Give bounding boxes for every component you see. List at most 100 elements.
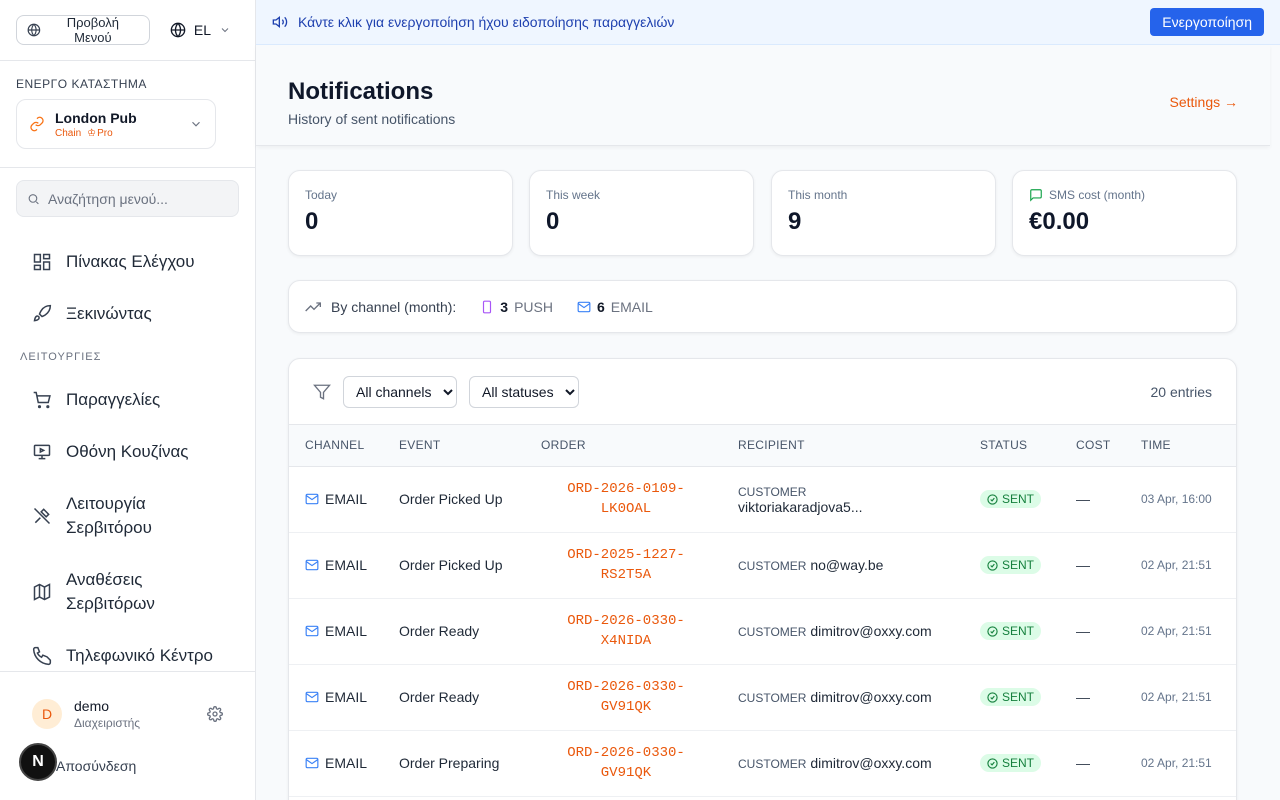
sidebar-item-getting-started[interactable]: Ξεκινώντας <box>0 288 255 340</box>
stat-value: €0.00 <box>1029 208 1090 235</box>
order-number-part: ORD-2026-0330- <box>567 679 685 695</box>
column-header: STATUS <box>964 425 1060 467</box>
time-cell: 02 Apr, 21:51 <box>1141 558 1212 572</box>
globe-icon <box>170 22 186 38</box>
banner-text: Κάντε κλικ για ενεργοποίηση ήχου ειδοποί… <box>298 14 675 30</box>
order-cell[interactable]: ORD-2025-1227- RS2T5A <box>541 545 711 585</box>
store-name: London Pub <box>55 109 137 126</box>
enable-sound-button[interactable]: Ενεργοποίηση <box>1150 8 1264 36</box>
sidebar-item-waiter-mode[interactable]: Λειτουργία Σερβιτόρου <box>0 478 255 554</box>
recipient-cell: CUSTOMER dimitrov@oxxy.com <box>722 598 964 664</box>
avatar: D <box>32 699 62 729</box>
table-row[interactable]: EMAIL Order Picked Up ORD-2026-0109- LK0O… <box>289 466 1236 532</box>
push-label: PUSH <box>514 298 553 315</box>
sidebar-item-label: Ξεκινώντας <box>66 304 152 323</box>
order-cell[interactable]: ORD-2026-0330- X4NIDA <box>541 611 711 651</box>
column-header: EVENT <box>383 425 525 467</box>
sound-notification-banner: Κάντε κλικ για ενεργοποίηση ήχου ειδοποί… <box>256 0 1280 45</box>
table-row[interactable]: EMAIL Order Picked Up ORD-2025-1227- RS2T… <box>289 532 1236 598</box>
mail-icon <box>305 625 319 637</box>
order-cell[interactable]: ORD-2026-0109- LK0OAL <box>541 479 711 519</box>
channel-summary: By channel (month): 3 PUSH 6 EMAIL <box>288 280 1237 333</box>
store-plan: Pro <box>97 127 113 139</box>
dashboard-icon <box>33 253 51 271</box>
recipient-type: CUSTOMER <box>738 757 807 771</box>
page-header: Notifications History of sent notificati… <box>256 45 1270 146</box>
order-number-part: X4NIDA <box>600 633 652 649</box>
table-row[interactable]: EMAIL Order Preparing ORD-2026-0330- GV91… <box>289 730 1236 796</box>
status-badge: SENT <box>980 490 1042 508</box>
trending-up-icon <box>305 301 321 311</box>
recipient-type: CUSTOMER <box>738 559 807 573</box>
sidebar-item-label: Τηλεφωνικό Κέντρο <box>66 646 213 665</box>
cart-icon <box>33 391 51 409</box>
store-switcher[interactable]: London Pub Chain ♔ Pro <box>16 99 216 149</box>
stat-label: Today <box>305 188 338 202</box>
order-number-part: ORD-2026-0109- <box>567 481 685 497</box>
event-cell: Order Picked Up <box>399 557 503 573</box>
status-label: SENT <box>1002 690 1035 704</box>
sidebar-item-label: Αναθέσεις <box>66 570 143 589</box>
status-label: SENT <box>1002 756 1035 770</box>
chevron-down-icon <box>192 121 200 127</box>
dev-tools-badge[interactable]: N <box>19 743 57 781</box>
cost-cell: — <box>1076 755 1090 771</box>
sidebar-item-label: Σερβιτόρου <box>66 518 152 537</box>
recipient-type: CUSTOMER <box>738 691 807 705</box>
time-cell: 02 Apr, 21:51 <box>1141 624 1212 638</box>
gear-icon[interactable] <box>207 706 223 722</box>
channel-filter-select[interactable]: All channels <box>343 375 457 408</box>
menu-search-input[interactable] <box>48 190 228 207</box>
notifications-table-card: All channels All statuses 20 entries CHA… <box>288 358 1237 800</box>
filter-bar: All channels All statuses 20 entries <box>289 359 1236 425</box>
logout-link[interactable]: Αποσύνδεση <box>56 758 136 774</box>
column-header: COST <box>1060 425 1125 467</box>
settings-link[interactable]: Settings → <box>1170 94 1238 110</box>
recipient-value: dimitrov@oxxy.com <box>810 623 932 639</box>
sidebar-item-label: Σερβιτόρων <box>66 594 155 613</box>
sidebar-nav: Πίνακας Ελέγχου Ξεκινώντας ΛΕΙΤΟΥΡΓΙΕΣ Π… <box>0 236 255 682</box>
column-header: ORDER <box>525 425 722 467</box>
status-badge: SENT <box>980 622 1042 640</box>
event-cell: Order Ready <box>399 689 480 705</box>
check-circle-icon <box>987 625 998 637</box>
nav-section-label: ΛΕΙΤΟΥΡΓΙΕΣ <box>20 351 102 363</box>
sidebar-item-dashboard[interactable]: Πίνακας Ελέγχου <box>0 236 255 288</box>
push-count: 3 <box>500 298 509 315</box>
status-filter-select[interactable]: All statuses <box>469 375 579 408</box>
recipient-value: dimitrov@oxxy.com <box>810 689 932 705</box>
table-header-row: CHANNEL EVENT ORDER RECIPIENT STATUS COS… <box>289 425 1236 467</box>
channel-cell: EMAIL <box>325 491 368 507</box>
sidebar-item-orders[interactable]: Παραγγελίες <box>0 374 255 426</box>
filter-icon <box>313 384 331 400</box>
rocket-icon <box>33 304 52 322</box>
map-icon <box>33 583 51 601</box>
table-row[interactable]: EMAIL Order Ready ORD-2026-0330- GV91QK C… <box>289 664 1236 730</box>
order-cell[interactable]: ORD-2026-0330- GV91QK <box>541 677 711 717</box>
stat-card-sms-cost: SMS cost (month) €0.00 <box>1012 170 1237 256</box>
recipient-type: CUSTOMER <box>738 625 807 639</box>
check-circle-icon <box>987 691 998 703</box>
stat-value: 0 <box>305 208 319 235</box>
crown-icon: ♔ <box>87 127 97 139</box>
order-cell[interactable]: ORD-2026-0330- GV91QK <box>541 743 711 783</box>
stat-label: This week <box>546 188 601 202</box>
table-row[interactable]: EMAIL Order Ready ORD-2026-0330- X4NIDA C… <box>289 598 1236 664</box>
menu-view-button[interactable]: Προβολή Μενού <box>16 15 150 45</box>
push-count-chip: 3 PUSH <box>480 299 553 315</box>
user-role: Διαχειριστής <box>74 716 141 730</box>
check-circle-icon <box>987 493 998 505</box>
channel-cell: EMAIL <box>325 689 368 705</box>
menu-search <box>16 180 239 217</box>
event-cell: Order Preparing <box>399 755 500 771</box>
stat-card-month: This month 9 <box>771 170 996 256</box>
channel-cell: EMAIL <box>325 755 368 771</box>
sidebar-item-waiter-assignments[interactable]: Αναθέσεις Σερβιτόρων <box>0 554 255 630</box>
channel-cell: EMAIL <box>325 623 368 639</box>
sidebar-item-kitchen-display[interactable]: Οθόνη Κουζίνας <box>0 426 255 478</box>
stat-label: SMS cost (month) <box>1049 188 1146 202</box>
order-number-part: ORD-2026-0330- <box>567 745 685 761</box>
entries-count: 20 entries <box>1150 383 1212 400</box>
language-select[interactable]: EL <box>162 22 239 38</box>
status-label: SENT <box>1002 492 1035 506</box>
